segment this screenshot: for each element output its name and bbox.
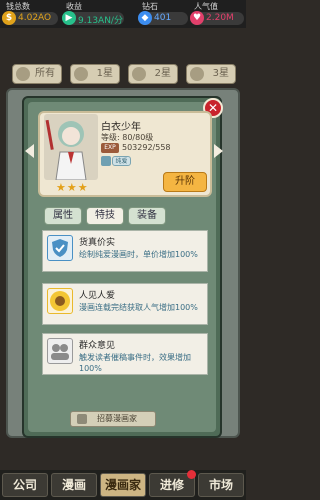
income-icon: ▶ (62, 11, 76, 25)
tab-skills[interactable]: 特技 (86, 207, 124, 225)
skill-card: 群众意见 触发读者催稿事件时，效果增加100% (42, 333, 208, 375)
tab-equipment[interactable]: 装备 (128, 207, 166, 225)
money-stat: 钱总数 $ 4.02AO (2, 0, 62, 28)
income-value: 9.13AN/分 (78, 16, 123, 26)
popularity-stat: 人气值 ♥ 2.20M (190, 0, 244, 28)
recruit-artist-button[interactable]: 招募漫画家 (70, 411, 156, 427)
nav-artists[interactable]: 漫画家 (100, 473, 146, 497)
character-level: 等级: 80/80级 (101, 133, 154, 142)
crowd-icon (47, 338, 73, 364)
tab-1star[interactable]: 1星 (70, 64, 120, 84)
tab-attributes[interactable]: 属性 (44, 207, 82, 225)
next-arrow-icon[interactable] (214, 144, 223, 158)
exp-badge: EXP (101, 143, 119, 153)
skill-description: 漫画连载完结获取人气增加100% (79, 303, 198, 312)
skill-description: 触发读者催稿事件时，效果增加100% (79, 353, 191, 373)
coin-icon: $ (2, 11, 16, 25)
notification-dot (187, 470, 196, 479)
star-badge-icon (132, 67, 146, 81)
diamond-icon: ◆ (138, 11, 152, 25)
nav-market[interactable]: 市场 (198, 473, 244, 497)
shield-icon (47, 235, 73, 261)
tab-all[interactable]: 所有 (12, 64, 62, 84)
skill-card: 人见人爱 漫画连载完结获取人气增加100% (42, 283, 208, 325)
skill-name: 群众意见 (79, 341, 116, 351)
sunflower-icon (47, 288, 73, 314)
character-stars: ★★★ (56, 181, 89, 194)
bottom-nav: 公司 漫画 漫画家 进修 市场 (0, 470, 246, 500)
tab-2star[interactable]: 2星 (128, 64, 178, 84)
exp-value: 503292/558 (122, 143, 171, 152)
diamond-stat: 钻石 ◆ 401 (138, 0, 190, 28)
star-badge-icon (16, 67, 30, 81)
diamond-value: 401 (154, 13, 172, 23)
income-stat: 收益 ▶ 9.13AN/分 (62, 0, 124, 28)
prev-arrow-icon[interactable] (25, 144, 34, 158)
skill-name: 人见人爱 (79, 291, 116, 301)
character-portrait (44, 114, 98, 181)
top-stats-bar: 钱总数 $ 4.02AO 收益 ▶ 9.13AN/分 钻石 ◆ 401 人气值 … (0, 0, 246, 28)
genre-badge: 纯爱 (112, 156, 131, 166)
skill-name: 货真价实 (79, 238, 116, 248)
upgrade-button[interactable]: 升阶 (163, 172, 207, 192)
character-name: 白衣少年 (101, 122, 141, 133)
popularity-value: 2.20M (206, 13, 234, 23)
heart-icon: ♥ (190, 11, 204, 25)
skill-description: 绘制纯爱漫画时，单价增加100% (79, 250, 198, 259)
nav-comics[interactable]: 漫画 (51, 473, 97, 497)
skill-card: 货真价实 绘制纯爱漫画时，单价增加100% (42, 230, 208, 272)
star-badge-icon (74, 67, 88, 81)
star-filter-tabs: 所有 1星 2星 3星 (12, 64, 237, 86)
money-value: 4.02AO (18, 13, 52, 23)
recruit-icon (77, 414, 87, 424)
genre-icon (101, 156, 111, 166)
tab-3star[interactable]: 3星 (186, 64, 236, 84)
star-badge-icon (190, 67, 204, 81)
nav-company[interactable]: 公司 (2, 473, 48, 497)
